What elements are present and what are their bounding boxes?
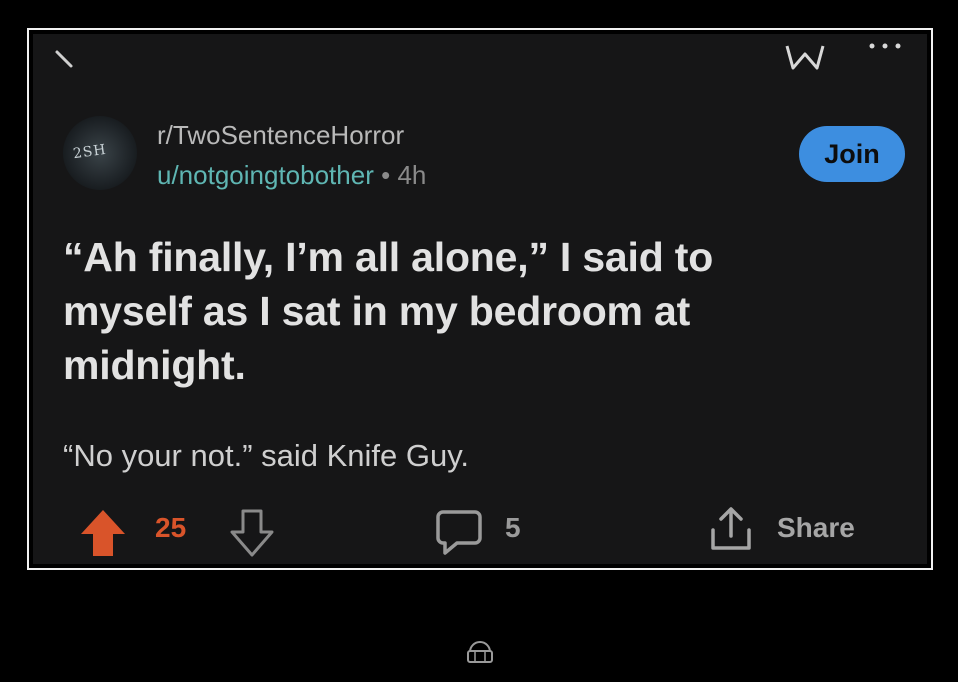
post-age: 4h [397, 160, 427, 190]
reddit-post: 2SH r/TwoSentenceHorror u/notgoingtoboth… [33, 34, 927, 564]
post-meta: u/notgoingtobother • 4h [157, 160, 426, 191]
comment-count[interactable]: 5 [505, 512, 521, 544]
top-bar-actions [783, 42, 907, 72]
share-icon[interactable] [707, 504, 755, 554]
upvote-arrow-icon[interactable] [79, 508, 127, 558]
subreddit-avatar[interactable]: 2SH [63, 116, 137, 190]
downvote-arrow-icon[interactable] [229, 508, 275, 558]
post-title: “Ah finally, I’m all alone,” I said to m… [63, 234, 714, 388]
subreddit-name[interactable]: r/TwoSentenceHorror [157, 120, 404, 151]
post-action-bar: 25 5 Share [33, 502, 927, 562]
join-button[interactable]: Join [799, 126, 905, 182]
more-options-icon[interactable] [867, 42, 907, 54]
share-button-label[interactable]: Share [777, 512, 855, 544]
screenshot-frame: 2SH r/TwoSentenceHorror u/notgoingtoboth… [27, 28, 933, 570]
comment-bubble-icon[interactable] [435, 508, 483, 556]
author-username[interactable]: u/notgoingtobother [157, 160, 374, 190]
meta-separator: • [381, 160, 391, 190]
watermark-logo-icon [467, 641, 493, 663]
back-arrow-icon[interactable] [53, 48, 83, 78]
vote-count: 25 [155, 512, 187, 543]
avatar-logo-text: 2SH [72, 141, 108, 163]
award-icon[interactable] [783, 42, 827, 72]
post-body: “No your not.” said Knife Guy. [63, 438, 470, 473]
